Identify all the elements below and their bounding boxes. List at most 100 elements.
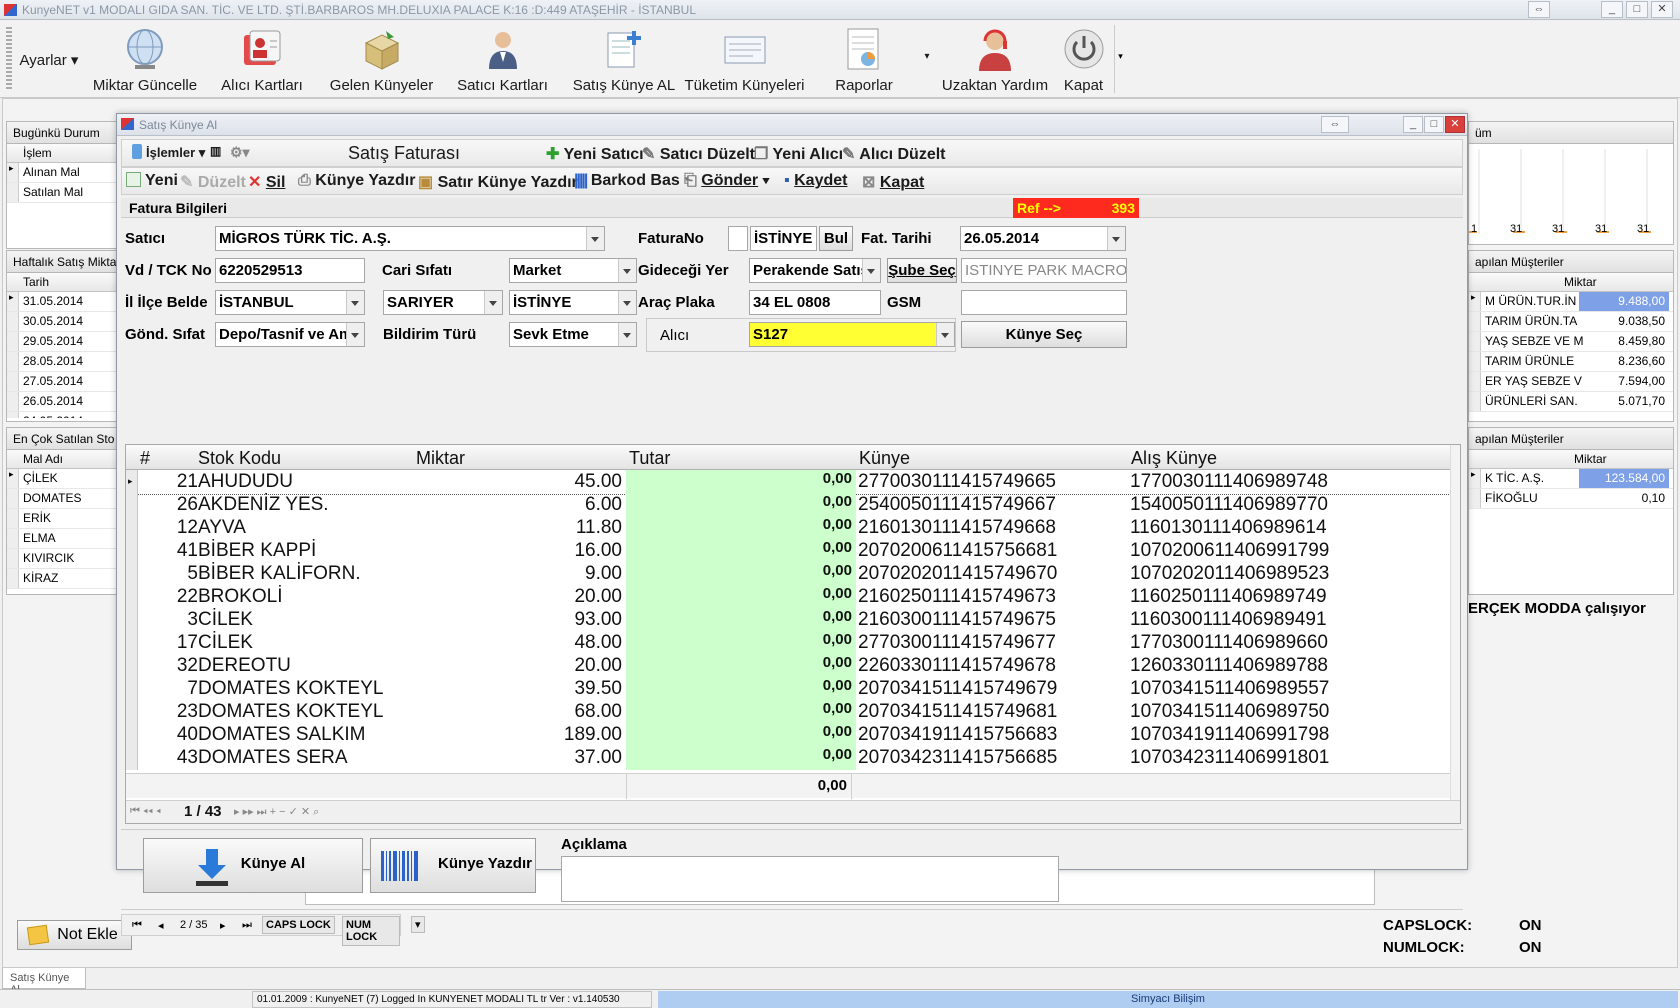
cell-number[interactable]: 7	[138, 678, 198, 700]
grid-vscroll[interactable]	[1450, 445, 1460, 800]
cell-number[interactable]: 21	[138, 471, 198, 493]
close-dialog-button[interactable]: ⊠ Kapat	[862, 172, 924, 192]
cell-quantity[interactable]: 93.00	[412, 609, 622, 631]
cell-kunye[interactable]: 2070341511415749679	[858, 678, 1128, 700]
cell-purchase-kunye[interactable]: 1260330111406989788	[1130, 655, 1430, 677]
cell-purchase-kunye[interactable]: 1070341511406989557	[1130, 678, 1430, 700]
cell-stock-code[interactable]: DOMATES KOKTEYL	[198, 678, 408, 700]
cell-quantity[interactable]: 48.00	[412, 632, 622, 654]
district-select[interactable]: SARIYER	[383, 290, 503, 315]
nav-next-icon[interactable]: ▸	[220, 919, 226, 932]
toolbar-alici-kartlari[interactable]: Alıcı Kartları	[212, 27, 312, 97]
table-row[interactable]: 0,00 12 AYVA 11.80 2160130111415749668 116013…	[126, 516, 1450, 540]
town-select[interactable]: İSTİNYE	[509, 290, 637, 315]
cell-amount[interactable]: 0,00	[626, 562, 856, 586]
branch-select-button[interactable]: Şube Seç	[887, 258, 957, 283]
gsm-input[interactable]	[961, 290, 1127, 315]
cell-stock-code[interactable]: BİBER KALİFORN.	[198, 563, 408, 585]
cell-purchase-kunye[interactable]: 1540050111406989770	[1130, 494, 1430, 516]
cell-amount[interactable]: 0,00	[626, 677, 856, 701]
new-seller-button[interactable]: ✚ Yeni Satıcı	[546, 144, 644, 164]
cell-amount[interactable]: 0,00	[626, 493, 856, 517]
cell-quantity[interactable]: 20.00	[412, 655, 622, 677]
save-button[interactable]: ▪ Kaydet	[784, 172, 847, 190]
list-item[interactable]: ÜRÜNLERİ SAN. 5.071,70	[1469, 392, 1673, 412]
cell-stock-code[interactable]: BROKOLİ	[198, 586, 408, 608]
add-note-button[interactable]: Not Ekle	[17, 920, 132, 950]
list-item[interactable]: ▸ Alınan Mal	[7, 163, 117, 183]
cell-stock-code[interactable]: DOMATES KOKTEYL	[198, 701, 408, 723]
toolbar-raporlar[interactable]: Raporlar	[820, 27, 908, 97]
chart-small-icon[interactable]: ▥	[210, 144, 221, 158]
nav-first-icon[interactable]: ⏮ ◂◂ ◂	[130, 805, 161, 818]
restore-icon[interactable]: ⇔	[1528, 1, 1550, 18]
table-row[interactable]: 0,00 43 DOMATES SERA 37.00 20703423114157566…	[126, 746, 1450, 770]
delete-button[interactable]: ✕ Sil	[248, 172, 285, 192]
toolbar-kapat[interactable]: Kapat	[1056, 27, 1111, 97]
cell-stock-code[interactable]: DEREOTU	[198, 655, 408, 677]
barcode-print-button[interactable]: ||||| Barkod Bas	[574, 172, 680, 190]
cell-kunye[interactable]: 2070202011415749670	[858, 563, 1128, 585]
list-item[interactable]: 27.05.2014	[7, 372, 117, 392]
cell-kunye[interactable]: 2260330111415749678	[858, 655, 1128, 677]
row-selector[interactable]	[126, 562, 138, 586]
list-item[interactable]: FİKOĞLU 0,10	[1469, 489, 1673, 509]
cell-kunye[interactable]: 2070342311415756685	[858, 747, 1128, 769]
new-buyer-button[interactable]: ❐ Yeni Alıcı	[754, 144, 843, 164]
list-item[interactable]: TARIM ÜRÜN.TA 9.038,50	[1469, 312, 1673, 332]
table-row[interactable]: 0,00 41 BİBER KAPPİ 16.00 207020061141575668…	[126, 539, 1450, 563]
invoice-date-picker[interactable]: 26.05.2014	[960, 226, 1126, 251]
cell-kunye[interactable]: 2160130111415749668	[858, 517, 1128, 539]
gear-icon[interactable]: ⚙▾	[230, 144, 250, 161]
cell-kunye[interactable]: 2070341911415756683	[858, 724, 1128, 746]
table-row[interactable]: 0,00 23 DOMATES KOKTEYL 68.00 20703415114157…	[126, 700, 1450, 724]
table-row[interactable]: 0,00 17 CİLEK 48.00 2770300111415749677 17703…	[126, 631, 1450, 655]
col-purchase-kunye[interactable]: Alış Künye	[1131, 448, 1217, 469]
edit-buyer-button[interactable]: ✎ Alıcı Düzelt	[842, 144, 946, 164]
column-header[interactable]: İşlem	[7, 144, 117, 163]
list-item[interactable]: Satılan Mal	[7, 183, 117, 203]
list-item[interactable]: ER YAŞ SEBZE V 7.594,00	[1469, 372, 1673, 392]
cell-number[interactable]: 3	[138, 609, 198, 631]
cell-stock-code[interactable]: CİLEK	[198, 609, 408, 631]
cell-purchase-kunye[interactable]: 1160130111406989614	[1130, 517, 1430, 539]
kunye-select-button[interactable]: Künye Seç	[961, 321, 1127, 348]
column-header[interactable]: Miktar	[1469, 450, 1673, 469]
notification-type-select[interactable]: Sevk Etme	[509, 322, 637, 347]
toolbar-overflow-icon[interactable]: ▾	[1114, 25, 1126, 93]
cell-quantity[interactable]: 68.00	[412, 701, 622, 723]
tax-no-input[interactable]: 6220529513	[215, 258, 365, 283]
cell-amount[interactable]: 0,00	[626, 746, 856, 770]
list-item[interactable]: 24.05.2014	[7, 412, 117, 418]
cell-number[interactable]: 41	[138, 540, 198, 562]
list-item[interactable]: ▸ 31.05.2014	[7, 292, 117, 312]
cell-kunye[interactable]: 2070341511415749681	[858, 701, 1128, 723]
cell-kunye[interactable]: 2070200611415756681	[858, 540, 1128, 562]
cell-purchase-kunye[interactable]: 1770030111406989748	[1130, 471, 1430, 493]
nav-last-icon[interactable]: ⏭	[242, 919, 252, 932]
list-item[interactable]: TARIM ÜRÜNLE 8.236,60	[1469, 352, 1673, 372]
cell-number[interactable]: 40	[138, 724, 198, 746]
toolbar-uzaktan-yardim[interactable]: Uzaktan Yardım	[935, 27, 1055, 97]
list-item[interactable]: ERİK	[7, 509, 117, 529]
cell-purchase-kunye[interactable]: 1160300111406989491	[1130, 609, 1430, 631]
nav-first-icon[interactable]: ⏮	[132, 919, 142, 932]
toolbar-satici-kartlari[interactable]: Satıcı Kartları	[450, 27, 555, 97]
cell-stock-code[interactable]: DOMATES SALKIM	[198, 724, 408, 746]
list-item[interactable]: 28.05.2014	[7, 352, 117, 372]
cell-kunye[interactable]: 2770300111415749677	[858, 632, 1128, 654]
table-row[interactable]: 0,00 40 DOMATES SALKIM 189.00 20703419114157…	[126, 723, 1450, 747]
cell-amount[interactable]: 0,00	[626, 700, 856, 724]
row-selector[interactable]	[126, 585, 138, 609]
col-stock-code[interactable]: Stok Kodu	[198, 448, 281, 469]
cell-stock-code[interactable]: DOMATES SERA	[198, 747, 408, 769]
invoice-branch-input[interactable]: İSTİNYE	[750, 226, 817, 251]
cell-quantity[interactable]: 37.00	[412, 747, 622, 769]
cell-purchase-kunye[interactable]: 1770300111406989660	[1130, 632, 1430, 654]
dialog-restore-icon[interactable]: ⇔	[1321, 116, 1349, 133]
list-item[interactable]: KIVIRCIK	[7, 549, 117, 569]
list-item[interactable]: 30.05.2014	[7, 312, 117, 332]
cell-amount[interactable]: 0,00	[626, 516, 856, 540]
cell-number[interactable]: 43	[138, 747, 198, 769]
new-button[interactable]: Yeni	[126, 172, 178, 190]
